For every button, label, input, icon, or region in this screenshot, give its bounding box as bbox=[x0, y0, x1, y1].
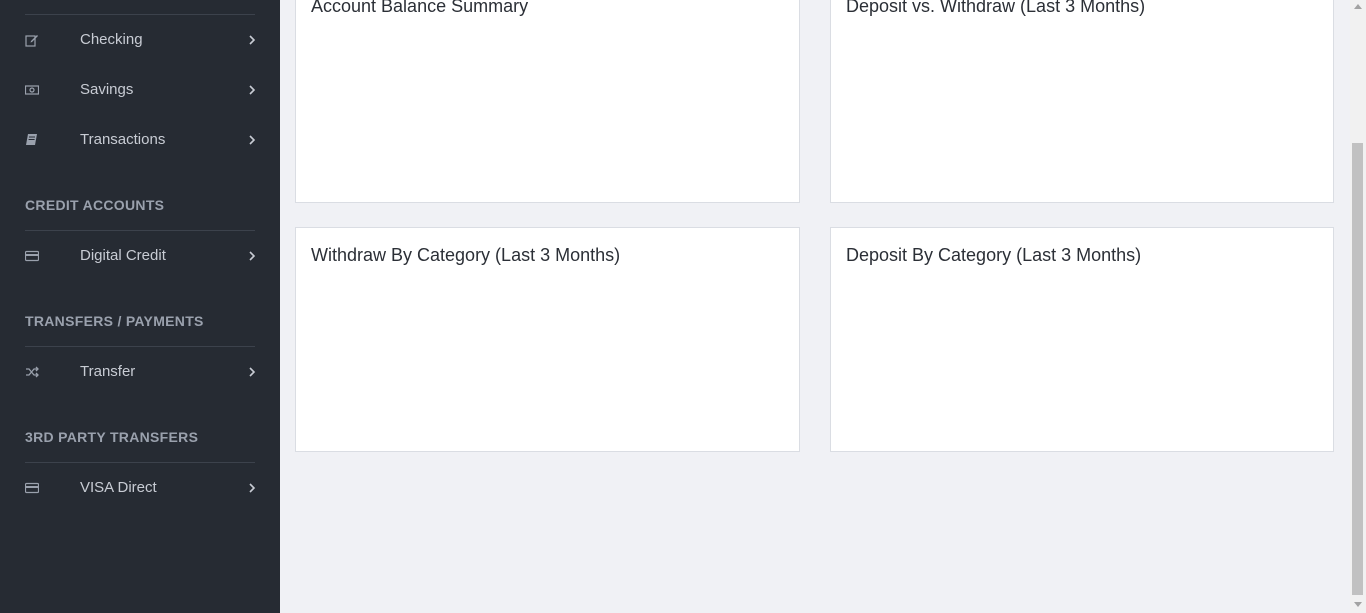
withdraw-by-category-card: Withdraw By Category (Last 3 Months) bbox=[295, 227, 800, 452]
chevron-right-icon bbox=[249, 35, 256, 45]
sidebar-item-transactions[interactable]: Transactions bbox=[0, 120, 280, 160]
chevron-right-icon bbox=[249, 85, 256, 95]
main-content: Account Balance Summary Deposit vs. With… bbox=[280, 0, 1350, 613]
chevron-right-icon bbox=[249, 251, 256, 261]
card-title: Account Balance Summary bbox=[311, 0, 529, 16]
card-title: Withdraw By Category (Last 3 Months) bbox=[311, 245, 621, 265]
sidebar-item-visa-direct[interactable]: VISA Direct bbox=[0, 468, 280, 508]
sidebar-section-heading: TRANSFERS / PAYMENTS bbox=[25, 313, 204, 329]
card-title: Deposit By Category (Last 3 Months) bbox=[846, 245, 1142, 265]
book-icon bbox=[26, 134, 37, 145]
sidebar-item-label: Transfer bbox=[80, 363, 136, 380]
sidebar-divider bbox=[25, 462, 255, 463]
card-title: Deposit vs. Withdraw (Last 3 Months) bbox=[846, 0, 1146, 16]
credit-card-icon bbox=[25, 482, 39, 494]
money-icon bbox=[25, 85, 39, 95]
sidebar-divider bbox=[25, 14, 255, 15]
scroll-up-arrow-icon[interactable] bbox=[1354, 3, 1362, 9]
chevron-right-icon bbox=[249, 367, 256, 377]
edit-icon bbox=[25, 35, 38, 47]
credit-card-icon bbox=[25, 250, 39, 262]
deposit-vs-withdraw-card: Deposit vs. Withdraw (Last 3 Months) bbox=[830, 0, 1334, 203]
sidebar-item-label: Digital Credit bbox=[80, 247, 166, 264]
sidebar-divider bbox=[25, 346, 255, 347]
scrollbar-thumb[interactable] bbox=[1352, 143, 1363, 595]
chevron-right-icon bbox=[249, 135, 256, 145]
sidebar-item-label: Savings bbox=[80, 81, 134, 98]
sidebar-divider bbox=[25, 230, 255, 231]
sidebar-section-heading: 3RD PARTY TRANSFERS bbox=[25, 429, 199, 445]
chevron-right-icon bbox=[249, 483, 256, 493]
sidebar-item-checking[interactable]: Checking bbox=[0, 20, 280, 60]
account-balance-summary-card: Account Balance Summary bbox=[295, 0, 800, 203]
sidebar-item-savings[interactable]: Savings bbox=[0, 70, 280, 110]
shuffle-icon bbox=[26, 366, 39, 378]
sidebar-item-digital-credit[interactable]: Digital Credit bbox=[0, 236, 280, 276]
scroll-down-arrow-icon[interactable] bbox=[1354, 602, 1362, 608]
page-scrollbar[interactable] bbox=[1350, 0, 1366, 613]
sidebar-item-transfer[interactable]: Transfer bbox=[0, 352, 280, 392]
sidebar-item-label: Checking bbox=[80, 31, 143, 48]
sidebar: Checking Savings Transactions CREDIT ACC… bbox=[0, 0, 280, 613]
deposit-by-category-card: Deposit By Category (Last 3 Months) bbox=[830, 227, 1334, 452]
sidebar-item-label: VISA Direct bbox=[80, 479, 157, 496]
sidebar-item-label: Transactions bbox=[80, 131, 166, 148]
sidebar-section-heading: CREDIT ACCOUNTS bbox=[25, 197, 165, 213]
